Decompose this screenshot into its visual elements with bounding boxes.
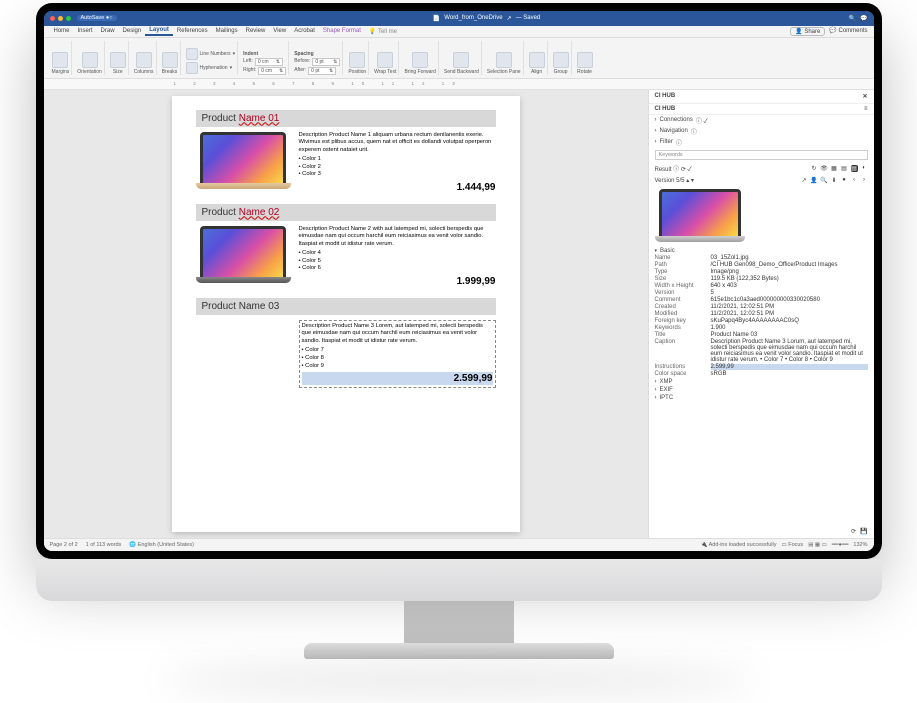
- margins-icon[interactable]: [52, 52, 68, 68]
- product-heading[interactable]: Product Name 02: [196, 204, 496, 221]
- navigation-section[interactable]: Navigation ⓘ: [649, 126, 874, 137]
- view-icons[interactable]: ▤ ▦ ▭: [808, 542, 827, 548]
- breaks-icon[interactable]: [162, 52, 178, 68]
- product-description[interactable]: Description Product Name 2 with aut late…: [299, 226, 496, 249]
- product-price[interactable]: 1.444,99: [299, 181, 496, 194]
- align-icon[interactable]: [529, 52, 545, 68]
- tab-draw[interactable]: Draw: [97, 27, 119, 35]
- autosave-toggle[interactable]: AutoSave ●○: [77, 15, 117, 21]
- close-panel-icon[interactable]: ✕: [862, 93, 867, 100]
- focus-mode[interactable]: ▭ Focus: [781, 542, 803, 548]
- tab-home[interactable]: Home: [50, 27, 74, 35]
- group-icon[interactable]: [553, 52, 569, 68]
- zoom-level[interactable]: 132%: [853, 542, 867, 548]
- exif-section[interactable]: EXIF: [649, 386, 874, 394]
- indent-left-input[interactable]: 0 cm⇅: [255, 58, 283, 66]
- tab-view[interactable]: View: [269, 27, 290, 35]
- panel-refresh-icon[interactable]: ⟳: [851, 528, 856, 535]
- ci-hub-panel: CI HUB✕ CI HUB≡ Connections ⓘ ✓ Navigati…: [648, 90, 874, 538]
- basic-section[interactable]: Basic: [649, 247, 874, 255]
- rotate-icon[interactable]: [577, 52, 593, 68]
- orientation-icon[interactable]: [82, 52, 98, 68]
- panel-title: CI HUB: [655, 93, 676, 100]
- window-controls[interactable]: [50, 16, 71, 21]
- addins-status[interactable]: 🔌 Add-ins loaded successfully: [701, 542, 777, 548]
- indent-right-input[interactable]: 0 cm⇅: [258, 67, 286, 75]
- spacing-before-input[interactable]: 0 pt⇅: [312, 58, 340, 66]
- connections-section[interactable]: Connections ⓘ ✓: [649, 115, 874, 126]
- keywords-input[interactable]: Keywords: [655, 150, 868, 160]
- bring-forward-icon[interactable]: [412, 52, 428, 68]
- view-mode-icons[interactable]: ↻👁▦▤▤◐: [811, 165, 868, 172]
- action-icons[interactable]: ↗👤🔍⬇●‹›: [801, 177, 868, 184]
- word-count[interactable]: 1 of 113 words: [86, 542, 122, 548]
- ribbon: Margins Orientation Size Columns Breaks …: [44, 38, 874, 79]
- asset-preview[interactable]: [655, 189, 745, 244]
- search-icon[interactable]: 🔍: [849, 15, 856, 22]
- zoom-slider[interactable]: ━━●━━: [832, 542, 849, 548]
- xmp-section[interactable]: XMP: [649, 378, 874, 386]
- line-numbers-dropdown[interactable]: Line Numbers ▾: [186, 48, 236, 61]
- doc-title: 📄Word_from_OneDrive ↗ — Saved: [125, 15, 849, 22]
- page-indicator[interactable]: Page 2 of 2: [50, 542, 78, 548]
- tell-me[interactable]: 💡 Tell me: [369, 28, 397, 35]
- horizontal-ruler[interactable]: 1 2 3 4 5 6 7 8 9 10 11 12 13: [44, 79, 874, 90]
- selection-pane-icon[interactable]: [496, 52, 512, 68]
- tab-design[interactable]: Design: [119, 27, 146, 35]
- comments-button[interactable]: 💬 Comments: [829, 27, 867, 36]
- tab-review[interactable]: Review: [242, 27, 270, 35]
- tab-references[interactable]: References: [173, 27, 212, 35]
- help-icon[interactable]: 💬: [860, 15, 867, 22]
- send-backward-icon[interactable]: [453, 52, 469, 68]
- filter-section[interactable]: Filter ⓘ: [649, 137, 874, 148]
- product-heading[interactable]: Product Name 01: [196, 110, 496, 127]
- position-icon[interactable]: [349, 52, 365, 68]
- titlebar: AutoSave ●○ 📄Word_from_OneDrive ↗ — Save…: [44, 11, 874, 26]
- size-icon[interactable]: [110, 52, 126, 68]
- tab-mailings[interactable]: Mailings: [212, 27, 242, 35]
- version-dropdown[interactable]: Version 5/5 ▴ ▾: [655, 177, 694, 184]
- document-canvas[interactable]: Product Name 01 Description Product Name…: [44, 90, 648, 538]
- columns-icon[interactable]: [136, 52, 152, 68]
- iptc-section[interactable]: IPTC: [649, 394, 874, 402]
- product-description[interactable]: Description Product Name 3 Lorem, aut la…: [302, 323, 493, 346]
- product-description[interactable]: Description Product Name 1 aliquam urban…: [299, 132, 496, 155]
- share-button[interactable]: 👤 Share: [790, 27, 825, 36]
- metadata-table: Name03_15Zol1.jpg Path/CI HUB Gen098_Dem…: [649, 255, 874, 378]
- product-image[interactable]: [196, 226, 291, 286]
- wrap-text-icon[interactable]: [377, 52, 393, 68]
- status-bar: Page 2 of 2 1 of 113 words 🌐 English (Un…: [44, 538, 874, 551]
- product-price[interactable]: 1.999,99: [299, 275, 496, 288]
- panel-menu-icon[interactable]: ≡: [864, 106, 868, 112]
- product-image[interactable]: [196, 132, 291, 192]
- tab-layout[interactable]: Layout: [145, 26, 173, 36]
- tab-shape-format[interactable]: Shape Format: [319, 27, 365, 35]
- panel-save-icon[interactable]: 💾: [860, 528, 867, 535]
- selected-textbox[interactable]: Description Product Name 3 Lorem, aut la…: [299, 320, 496, 388]
- page: Product Name 01 Description Product Name…: [172, 96, 520, 532]
- product-heading[interactable]: Product Name 03: [196, 298, 496, 315]
- language-indicator[interactable]: 🌐 English (United States): [129, 542, 194, 548]
- tab-acrobat[interactable]: Acrobat: [290, 27, 319, 35]
- hyphenation-dropdown[interactable]: Hyphenation ▾: [186, 62, 236, 75]
- product-price[interactable]: 2.599,99: [302, 372, 493, 385]
- spacing-after-input[interactable]: 0 pt⇅: [308, 67, 336, 75]
- tab-insert[interactable]: Insert: [74, 27, 97, 35]
- ribbon-tabs: Home Insert Draw Design Layout Reference…: [44, 26, 874, 38]
